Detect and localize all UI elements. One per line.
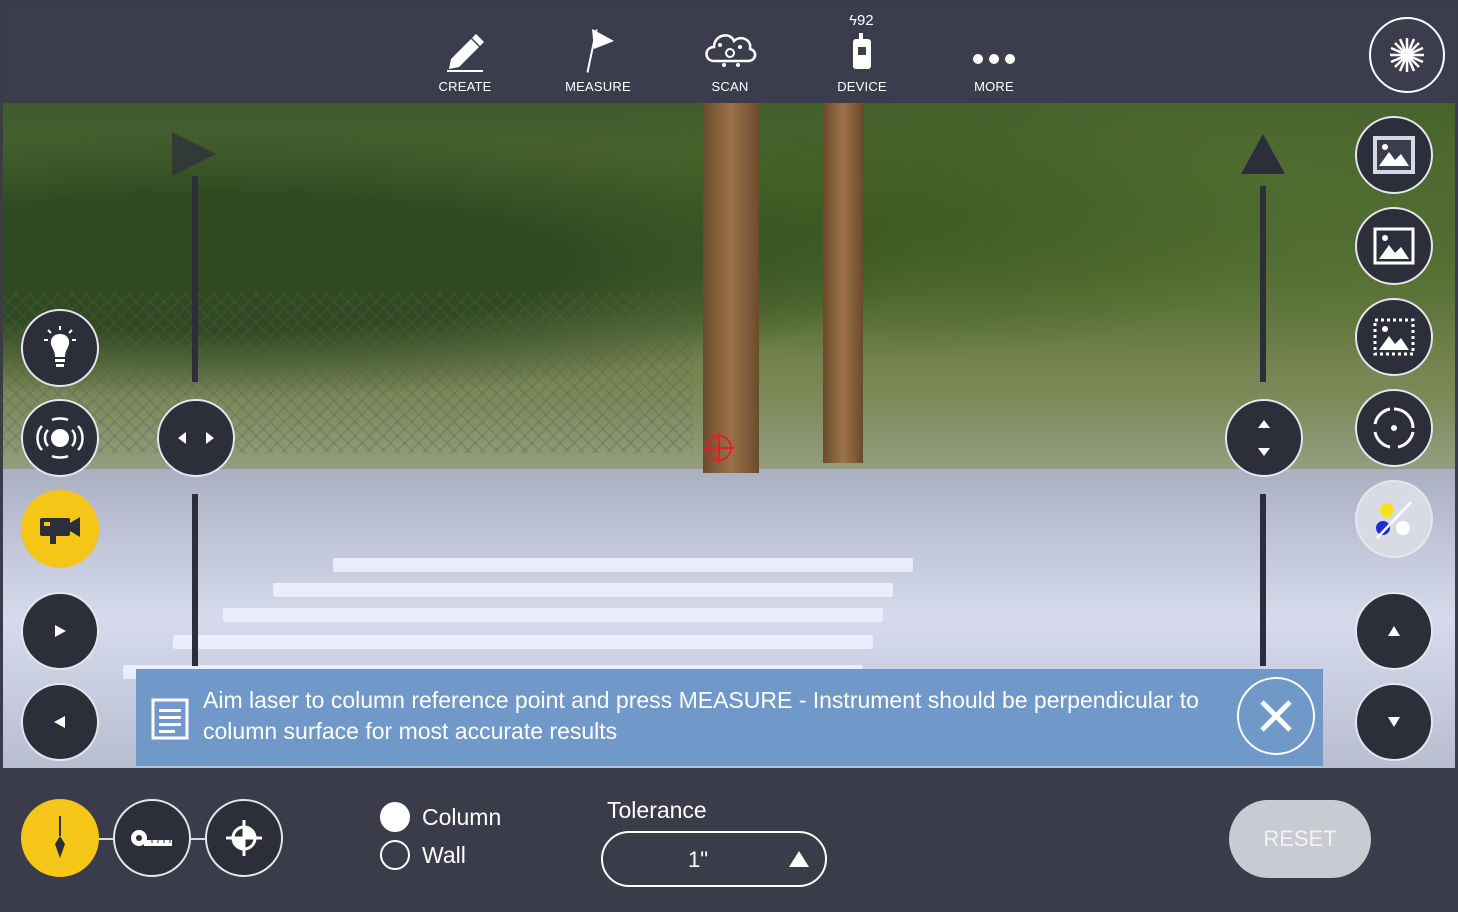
radio-wall[interactable]: Wall <box>380 840 466 870</box>
vibrate-sound-button[interactable] <box>21 399 99 477</box>
image-view-3-button[interactable] <box>1355 298 1433 376</box>
top-toolbar: CREATE MEASURE SCAN DEVICE ϟ92 MORE <box>3 3 1455 103</box>
laser-toggle-button[interactable] <box>1369 17 1445 93</box>
vertical-jog-track-top[interactable] <box>1260 186 1266 382</box>
radio-wall-indicator[interactable] <box>380 840 410 870</box>
radio-wall-label: Wall <box>422 841 466 868</box>
horizontal-jog-button[interactable] <box>157 399 235 477</box>
scene-fence <box>3 293 693 453</box>
device-label: DEVICE <box>837 79 887 94</box>
horizontal-limit-marker <box>172 132 216 176</box>
scan-label: SCAN <box>711 79 749 94</box>
radio-column-label: Column <box>422 803 502 830</box>
instruction-banner: Aim laser to column reference point and … <box>136 669 1323 766</box>
image-landscape-icon <box>1373 136 1415 174</box>
device-button[interactable]: DEVICE <box>807 21 917 94</box>
battery-level: 92 <box>856 12 874 29</box>
bolt-icon: ϟ <box>849 12 857 29</box>
mode-connector <box>191 838 205 840</box>
crosswalk-stripe <box>173 635 873 649</box>
vibration-icon <box>36 417 84 459</box>
crosshair-target-icon <box>226 820 262 856</box>
color-mode-button[interactable] <box>1355 480 1433 558</box>
measure-button[interactable]: MEASURE <box>543 21 653 94</box>
bottom-panel: Column Wall Tolerance 1" RESET <box>3 768 1455 909</box>
play-forward-button[interactable] <box>21 592 99 670</box>
play-right-icon <box>55 625 66 637</box>
play-left-icon <box>54 716 65 728</box>
up-down-arrows-icon <box>1258 420 1270 456</box>
mode-connector <box>99 838 113 840</box>
tolerance-value: 1" <box>687 847 709 872</box>
tolerance-label: Tolerance <box>607 797 707 823</box>
laser-starburst-icon <box>1390 38 1424 72</box>
crosswalk-stripe <box>223 608 883 622</box>
radio-column-indicator[interactable] <box>380 802 410 832</box>
step-up-button[interactable] <box>1355 592 1433 670</box>
horizontal-jog-track-bottom[interactable] <box>192 494 198 666</box>
light-bulb-button[interactable] <box>21 309 99 387</box>
video-camera-button[interactable] <box>21 490 99 568</box>
more-label: MORE <box>974 79 1014 94</box>
banner-close-button[interactable] <box>1237 677 1315 755</box>
create-label: CREATE <box>438 79 492 94</box>
crosswalk-stripe <box>333 558 913 572</box>
pencil-icon <box>410 21 520 73</box>
radio-column[interactable]: Column <box>380 802 501 832</box>
more-dots-icon <box>939 21 1049 73</box>
image-view-1-button[interactable] <box>1355 116 1433 194</box>
triangle-down-icon <box>1388 717 1400 727</box>
crosswalk-stripe <box>273 583 893 597</box>
plumb-mode-button[interactable] <box>21 799 99 877</box>
color-swap-icon <box>1376 501 1412 539</box>
triangle-up-icon <box>1388 626 1400 636</box>
create-button[interactable]: CREATE <box>410 21 520 94</box>
document-icon <box>150 697 190 746</box>
tape-measure-mode-button[interactable] <box>113 799 191 877</box>
left-right-arrows-icon <box>178 432 214 444</box>
scene-tree-trunk <box>823 103 863 463</box>
image-view-2-button[interactable] <box>1355 207 1433 285</box>
close-icon <box>1260 700 1292 732</box>
triangle-up-icon <box>789 851 809 867</box>
target-focus-button[interactable] <box>1355 389 1433 467</box>
flag-icon <box>543 21 653 73</box>
reset-button[interactable]: RESET <box>1229 800 1371 878</box>
battery-indicator: ϟ92 <box>849 12 874 29</box>
step-down-button[interactable] <box>1355 683 1433 761</box>
laser-crosshair <box>704 433 734 463</box>
cloud-scan-icon <box>675 21 785 73</box>
light-bulb-icon <box>44 326 76 367</box>
tape-measure-icon <box>131 830 172 846</box>
video-camera-icon <box>40 517 80 544</box>
image-frame-icon <box>1373 227 1415 265</box>
crosshair-mode-button[interactable] <box>205 799 283 877</box>
scene-utility-pole <box>703 103 759 473</box>
vertical-jog-track-bottom[interactable] <box>1260 494 1266 666</box>
image-dotted-frame-icon <box>1373 318 1415 356</box>
horizontal-jog-track-top[interactable] <box>192 176 198 382</box>
app-root: CREATE MEASURE SCAN DEVICE ϟ92 MORE Aim … <box>0 0 1458 912</box>
tolerance-select[interactable]: 1" <box>601 831 827 887</box>
play-back-button[interactable] <box>21 683 99 761</box>
measure-label: MEASURE <box>565 79 631 94</box>
more-button[interactable]: MORE <box>939 21 1049 94</box>
vertical-limit-marker <box>1241 134 1285 174</box>
vertical-jog-button[interactable] <box>1225 399 1303 477</box>
circular-target-icon <box>1373 407 1415 449</box>
plumb-bob-icon <box>55 816 65 858</box>
instruction-text: Aim laser to column reference point and … <box>203 687 1199 744</box>
scan-button[interactable]: SCAN <box>675 21 785 94</box>
